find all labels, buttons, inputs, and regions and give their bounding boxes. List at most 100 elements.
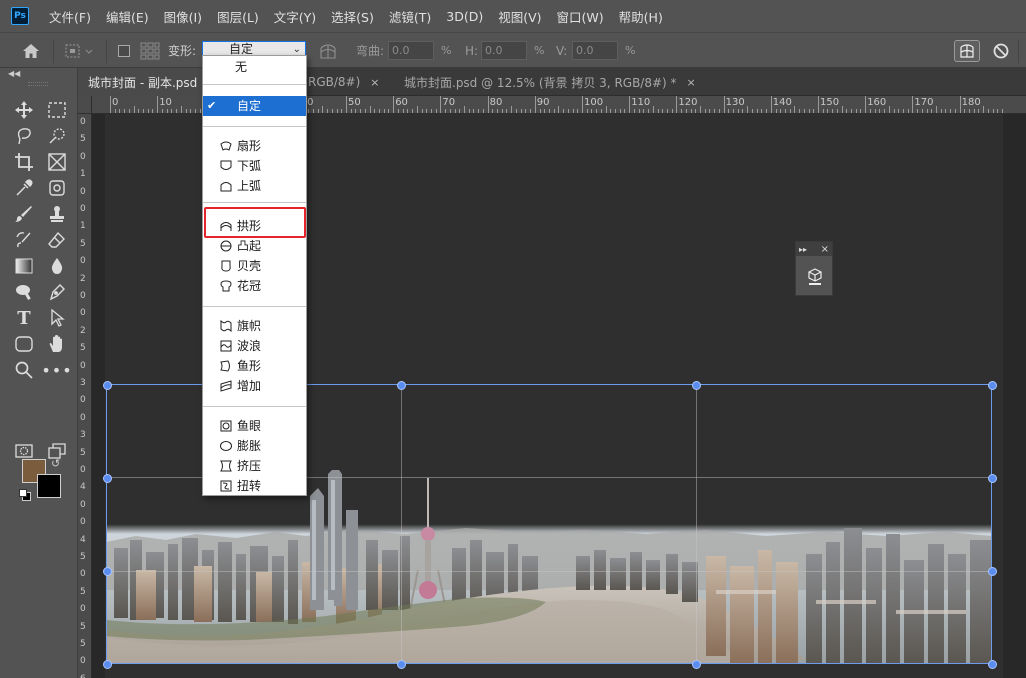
h-input[interactable]: 0.0 — [481, 41, 527, 60]
rectangle-tool-icon[interactable] — [13, 333, 35, 355]
3d-panel-icon[interactable] — [807, 267, 823, 290]
warp-option-flower[interactable]: 花冠 — [203, 276, 306, 296]
warp-handle[interactable] — [396, 659, 406, 669]
eyedropper-tool-icon[interactable] — [13, 177, 35, 199]
collapse-panel-icon[interactable]: ◀◀ — [8, 69, 20, 78]
menu-filter[interactable]: 滤镜(T) — [389, 7, 431, 26]
rise-icon — [220, 380, 232, 392]
reference-checkbox[interactable] — [118, 33, 130, 68]
reference-point-icon[interactable] — [64, 33, 94, 68]
floating-panel[interactable]: ▸▸ × — [795, 241, 833, 296]
ruler-major-tick — [865, 96, 867, 113]
background-color-swatch[interactable] — [37, 474, 61, 498]
warp-orientation-icon[interactable] — [318, 33, 338, 68]
v-input[interactable]: 0.0 — [572, 41, 618, 60]
expand-panel-icon[interactable]: ▸▸ — [799, 245, 807, 254]
menu-file[interactable]: 文件(F) — [49, 7, 91, 26]
vertical-ruler[interactable]: 050100150200250300350400450505506 — [78, 114, 92, 678]
path-selection-tool-icon[interactable] — [46, 307, 68, 329]
warp-mode-toggle-button[interactable] — [954, 40, 980, 62]
screen-mode-icon[interactable] — [46, 440, 68, 462]
ruler-minor-tick — [322, 106, 324, 113]
quick-selection-tool-icon[interactable] — [46, 125, 68, 147]
warp-handle[interactable] — [396, 380, 406, 390]
ruler-minor-tick — [624, 109, 626, 113]
marquee-tool-icon[interactable] — [46, 99, 68, 121]
warp-option-arc-lower[interactable]: 下弧 — [203, 156, 306, 176]
warp-option-bulge[interactable]: 凸起 — [203, 236, 306, 256]
warp-option-rise[interactable]: 增加 — [203, 376, 306, 396]
home-icon[interactable] — [22, 33, 40, 68]
history-brush-tool-icon[interactable] — [13, 229, 35, 251]
warp-handle[interactable] — [102, 380, 112, 390]
warp-handle[interactable] — [987, 473, 997, 483]
healing-brush-tool-icon[interactable] — [46, 177, 68, 199]
tab-document-3[interactable]: 城市封面.psd @ 12.5% (背景 拷贝 3, RGB/8#) * × — [394, 68, 694, 96]
ruler-major-tick — [440, 96, 442, 113]
menu-edit[interactable]: 编辑(E) — [106, 7, 149, 26]
warp-handle[interactable] — [102, 566, 112, 576]
warp-option-fish[interactable]: 鱼形 — [203, 356, 306, 376]
tab-document-2[interactable]: RGB/8#) × — [306, 68, 394, 96]
pen-tool-icon[interactable] — [46, 281, 68, 303]
bend-input[interactable]: 0.0 — [388, 41, 434, 60]
warp-option-custom[interactable]: ✔ 自定 — [203, 96, 306, 116]
hand-tool-icon[interactable] — [46, 333, 68, 355]
tab-document-copy[interactable]: 城市封面 - 副本.psd — [78, 68, 206, 96]
ruler-minor-tick — [907, 109, 909, 113]
lasso-tool-icon[interactable] — [13, 125, 35, 147]
menu-type[interactable]: 文字(Y) — [274, 7, 316, 26]
warp-handle[interactable] — [987, 659, 997, 669]
menu-layer[interactable]: 图层(L) — [217, 7, 259, 26]
ruler-minor-tick — [714, 109, 716, 113]
warp-option-wave[interactable]: 波浪 — [203, 336, 306, 356]
close-icon[interactable]: × — [370, 76, 379, 89]
frame-tool-icon[interactable] — [46, 151, 68, 173]
panel-grip[interactable] — [28, 82, 48, 86]
warp-option-inflate[interactable]: 膨胀 — [203, 436, 306, 456]
warp-option-squeeze[interactable]: 挤压 — [203, 456, 306, 476]
warp-handle[interactable] — [691, 380, 701, 390]
warp-option-arc[interactable]: 扇形 — [203, 136, 306, 156]
warp-handle[interactable] — [102, 473, 112, 483]
cancel-transform-button[interactable] — [990, 40, 1012, 62]
menu-window[interactable]: 窗口(W) — [557, 7, 604, 26]
gradient-tool-icon[interactable] — [13, 255, 35, 277]
ruler-minor-tick — [931, 109, 933, 113]
brush-tool-icon[interactable] — [13, 203, 35, 225]
dodge-tool-icon[interactable] — [13, 281, 35, 303]
menu-select[interactable]: 选择(S) — [331, 7, 374, 26]
clone-stamp-tool-icon[interactable] — [46, 203, 68, 225]
zoom-tool-icon[interactable] — [13, 359, 35, 381]
crop-tool-icon[interactable] — [13, 151, 35, 173]
quick-mask-icon[interactable] — [13, 440, 35, 462]
warp-handle[interactable] — [102, 659, 112, 669]
ruler-minor-tick — [478, 109, 480, 113]
blur-tool-icon[interactable] — [46, 255, 68, 277]
warp-handle[interactable] — [691, 659, 701, 669]
more-tools-icon[interactable]: ••• — [41, 359, 71, 381]
warp-option-arc-upper[interactable]: 上弧 — [203, 176, 306, 196]
close-icon[interactable]: × — [687, 76, 694, 89]
ruler-minor-tick — [407, 109, 409, 113]
ruler-label: 5 — [80, 447, 86, 458]
warp-handle[interactable] — [987, 566, 997, 576]
move-tool-icon[interactable] — [13, 99, 35, 121]
warp-option-shell[interactable]: 贝壳 — [203, 256, 306, 276]
menu-3d[interactable]: 3D(D) — [446, 9, 483, 24]
warp-option-twist[interactable]: 扭转 — [203, 476, 306, 496]
menu-image[interactable]: 图像(I) — [164, 7, 202, 26]
type-tool-icon[interactable]: T — [13, 307, 35, 329]
menu-help[interactable]: 帮助(H) — [619, 7, 663, 26]
close-panel-icon[interactable]: × — [821, 244, 829, 255]
ruler-label: 0 — [80, 117, 86, 127]
warp-handle[interactable] — [987, 380, 997, 390]
warp-option-fisheye[interactable]: 鱼眼 — [203, 416, 306, 436]
menu-view[interactable]: 视图(V) — [498, 7, 541, 26]
warp-option-none[interactable]: 无 — [203, 57, 306, 77]
default-colors-icon[interactable] — [19, 489, 31, 501]
warp-option-flag[interactable]: 旗帜 — [203, 316, 306, 336]
eraser-tool-icon[interactable] — [46, 229, 68, 251]
ruler-origin[interactable] — [78, 96, 92, 114]
warp-grid-line — [696, 385, 697, 663]
